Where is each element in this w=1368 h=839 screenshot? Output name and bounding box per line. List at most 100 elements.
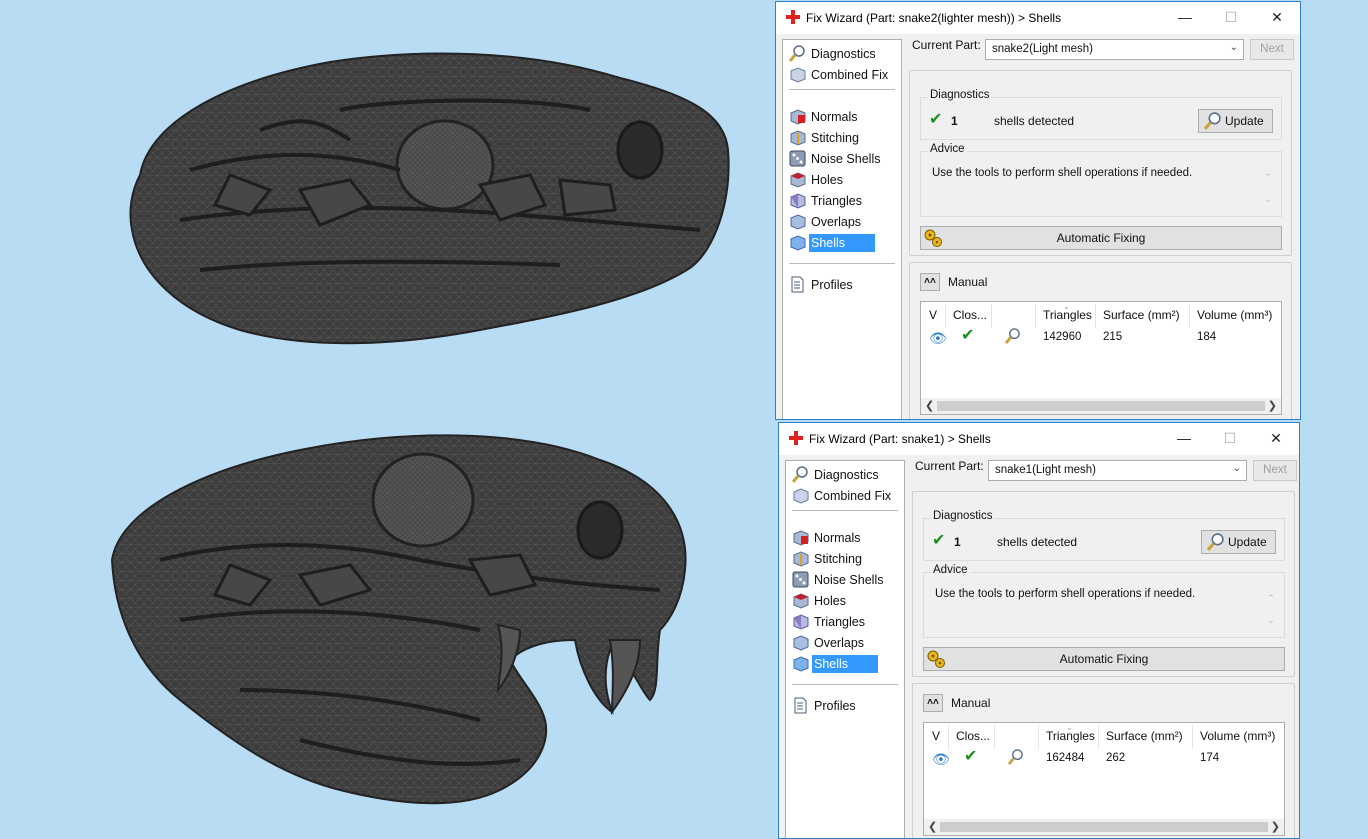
- scroll-right-icon[interactable]: ❯: [1268, 399, 1277, 412]
- shells-table[interactable]: V Clos... ⌄ Triangles Surface (mm²) Volu…: [923, 722, 1285, 836]
- magnifier-icon[interactable]: [1008, 749, 1024, 765]
- nav-item-triangles[interactable]: Triangles: [790, 611, 900, 632]
- nav-item-normals[interactable]: Normals: [790, 527, 900, 548]
- nav-item-combined-fix[interactable]: Combined Fix: [790, 485, 900, 506]
- scroll-left-icon[interactable]: ❮: [925, 399, 934, 412]
- collapse-button[interactable]: ˄˄: [920, 273, 940, 291]
- magnifier-icon[interactable]: [1005, 328, 1021, 344]
- 3d-viewport[interactable]: [0, 0, 775, 839]
- column-separator: [1189, 304, 1190, 328]
- minimize-button[interactable]: —: [1162, 2, 1208, 33]
- scroll-left-icon[interactable]: ❮: [928, 820, 937, 833]
- nav-item-holes[interactable]: Holes: [787, 169, 897, 190]
- cube-stitch-icon: [790, 130, 806, 146]
- diagnostics-group: Diagnostics ✔ 1 shells detected Update: [920, 89, 1282, 140]
- cube-hole-icon: [793, 593, 809, 609]
- minimize-button[interactable]: —: [1161, 423, 1207, 454]
- nav-item-noise-shells[interactable]: Noise Shells: [790, 569, 900, 590]
- cube-overlap-icon: [793, 635, 809, 651]
- column-separator: [1095, 304, 1096, 328]
- nav-item-profiles[interactable]: Profiles: [787, 274, 897, 295]
- update-button[interactable]: Update: [1198, 109, 1273, 133]
- red-cross-icon: [786, 10, 800, 24]
- diagnostics-title: Diagnostics: [931, 510, 995, 522]
- table-horizontal-scrollbar[interactable]: ❮ ❯: [924, 819, 1284, 835]
- current-part-select[interactable]: snake2(Light mesh) ⌄: [985, 39, 1244, 60]
- scroll-thumb[interactable]: [940, 822, 1268, 832]
- fix-wizard-window-snake1[interactable]: Fix Wizard (Part: snake1) > Shells — ☐ ✕…: [778, 422, 1300, 839]
- shells-table[interactable]: V Clos... ⌄ Triangles Surface (mm²) Volu…: [920, 301, 1282, 415]
- manual-panel: ˄˄ Manual V Clos... ⌄ Triangles Surface …: [912, 683, 1295, 838]
- cube-triangle-icon: [793, 614, 809, 630]
- maximize-button[interactable]: ☐: [1207, 423, 1253, 454]
- advice-scrollbar[interactable]: ⌃ ⌄: [1262, 166, 1274, 212]
- cell-triangles: 142960: [1043, 331, 1082, 343]
- nav-item-stitching[interactable]: Stitching: [787, 127, 897, 148]
- chevron-down-icon: ⌄: [1232, 463, 1241, 474]
- column-separator: [1098, 725, 1099, 749]
- cube-stitch-icon: [793, 551, 809, 567]
- magnifier-icon: [789, 45, 805, 62]
- nav-item-triangles[interactable]: Triangles: [787, 190, 897, 211]
- scroll-thumb[interactable]: [937, 401, 1265, 411]
- cube-shell-icon: [790, 235, 806, 251]
- nav-item-normals[interactable]: Normals: [787, 106, 897, 127]
- nav-separator: [789, 89, 895, 90]
- automatic-fixing-button[interactable]: Automatic Fixing: [920, 226, 1282, 250]
- col-triangles[interactable]: Triangles: [1046, 729, 1095, 743]
- nav-item-shells[interactable]: Shells: [787, 232, 897, 253]
- collapse-button[interactable]: ˄˄: [923, 694, 943, 712]
- close-button[interactable]: ✕: [1253, 423, 1299, 454]
- col-visible[interactable]: V: [932, 729, 940, 743]
- eye-icon[interactable]: 👁: [932, 751, 950, 768]
- shells-count: 1: [951, 114, 958, 128]
- update-button[interactable]: Update: [1201, 530, 1276, 554]
- advice-text: Use the tools to perform shell operation…: [927, 161, 1275, 213]
- col-visible[interactable]: V: [929, 308, 937, 322]
- wizard-client: Diagnostics Combined Fix Normals Stitchi…: [779, 455, 1299, 838]
- table-horizontal-scrollbar[interactable]: ❮ ❯: [921, 398, 1281, 414]
- wizard-nav: Diagnostics Combined Fix Normals Stitchi…: [782, 39, 902, 419]
- nav-item-overlaps[interactable]: Overlaps: [787, 211, 897, 232]
- close-button[interactable]: ✕: [1254, 2, 1300, 33]
- manual-label: Manual: [948, 275, 988, 289]
- next-button[interactable]: Next: [1250, 39, 1294, 60]
- column-separator: [945, 304, 946, 328]
- col-closed[interactable]: Clos...: [953, 308, 987, 322]
- nav-item-diagnostics[interactable]: Diagnostics: [787, 43, 897, 64]
- current-part-select[interactable]: snake1(Light mesh) ⌄: [988, 460, 1247, 481]
- manual-label: Manual: [951, 696, 991, 710]
- cube-shell-icon: [793, 656, 809, 672]
- nav-item-stitching[interactable]: Stitching: [790, 548, 900, 569]
- column-separator: [1192, 725, 1193, 749]
- cube-red-icon: [790, 109, 806, 125]
- col-volume[interactable]: Volume (mm³): [1197, 308, 1272, 322]
- advice-scrollbar[interactable]: ⌃ ⌄: [1265, 587, 1277, 633]
- col-triangles[interactable]: Triangles: [1043, 308, 1092, 322]
- title-bar[interactable]: Fix Wizard (Part: snake1) > Shells — ☐ ✕: [779, 423, 1299, 455]
- col-volume[interactable]: Volume (mm³): [1200, 729, 1275, 743]
- title-bar[interactable]: Fix Wizard (Part: snake2(lighter mesh)) …: [776, 2, 1300, 34]
- eye-icon[interactable]: 👁: [929, 330, 947, 347]
- nav-item-shells[interactable]: Shells: [790, 653, 900, 674]
- scroll-right-icon[interactable]: ❯: [1271, 820, 1280, 833]
- maximize-button[interactable]: ☐: [1208, 2, 1254, 33]
- nav-item-combined-fix[interactable]: Combined Fix: [787, 64, 897, 85]
- column-separator: [994, 725, 995, 749]
- fix-wizard-window-snake2[interactable]: Fix Wizard (Part: snake2(lighter mesh)) …: [775, 1, 1301, 420]
- nav-item-holes[interactable]: Holes: [790, 590, 900, 611]
- snake-meshes: [110, 52, 730, 805]
- col-surface[interactable]: Surface (mm²): [1106, 729, 1183, 743]
- cube-red-icon: [793, 530, 809, 546]
- col-surface[interactable]: Surface (mm²): [1103, 308, 1180, 322]
- next-button[interactable]: Next: [1253, 460, 1297, 481]
- automatic-fixing-button[interactable]: Automatic Fixing: [923, 647, 1285, 671]
- nav-item-diagnostics[interactable]: Diagnostics: [790, 464, 900, 485]
- column-separator: [1035, 304, 1036, 328]
- col-closed[interactable]: Clos...: [956, 729, 990, 743]
- nav-item-profiles[interactable]: Profiles: [790, 695, 900, 716]
- nav-item-noise-shells[interactable]: Noise Shells: [787, 148, 897, 169]
- document-icon: [791, 276, 804, 293]
- nav-item-overlaps[interactable]: Overlaps: [790, 632, 900, 653]
- red-cross-icon: [789, 431, 803, 445]
